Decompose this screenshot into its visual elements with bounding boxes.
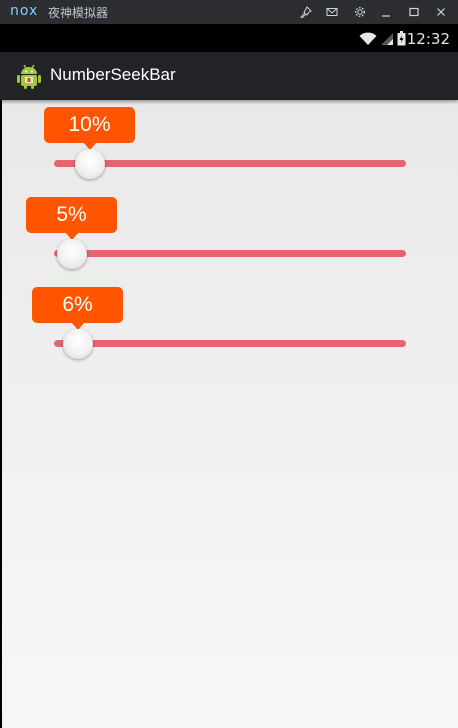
nox-logo: nox — [10, 3, 39, 19]
battery-icon — [397, 31, 406, 50]
seekbar-2[interactable]: 5% — [2, 190, 458, 270]
value-bubble: 5% — [26, 197, 117, 240]
signal-icon — [380, 31, 394, 50]
action-bar: NumberSeekBar — [0, 52, 458, 100]
mail-icon[interactable] — [323, 3, 341, 21]
status-time: 12:32 — [406, 30, 450, 48]
seekbar-track[interactable] — [54, 160, 406, 167]
emulator-title: 夜神模拟器 — [48, 6, 109, 20]
minimize-icon[interactable] — [377, 3, 395, 21]
seekbar-1[interactable]: 10% — [2, 100, 458, 180]
seekbar-track[interactable] — [54, 250, 406, 257]
value-bubble: 10% — [44, 107, 135, 150]
value-label: 6% — [62, 293, 93, 316]
seekbar-3[interactable]: 6% — [2, 280, 458, 360]
close-icon[interactable] — [432, 3, 450, 21]
status-icons — [359, 31, 406, 50]
settings-icon[interactable] — [351, 3, 369, 21]
app-title: NumberSeekBar — [50, 65, 176, 84]
seekbar-thumb[interactable] — [75, 149, 105, 179]
value-label: 5% — [56, 203, 87, 226]
value-label: 10% — [68, 113, 111, 136]
pin-icon[interactable] — [297, 3, 315, 21]
wifi-icon — [359, 31, 377, 50]
emulator-title-bar: nox 夜神模拟器 — [0, 0, 458, 24]
seekbar-thumb[interactable] — [63, 329, 93, 359]
android-icon — [16, 62, 42, 90]
seekbar-thumb[interactable] — [57, 239, 87, 269]
value-bubble: 6% — [32, 287, 123, 330]
status-bar: 12:32 — [0, 24, 458, 52]
content-area: 10% 5% 6% — [2, 100, 458, 728]
maximize-icon[interactable] — [405, 3, 423, 21]
seekbar-track[interactable] — [54, 340, 406, 347]
